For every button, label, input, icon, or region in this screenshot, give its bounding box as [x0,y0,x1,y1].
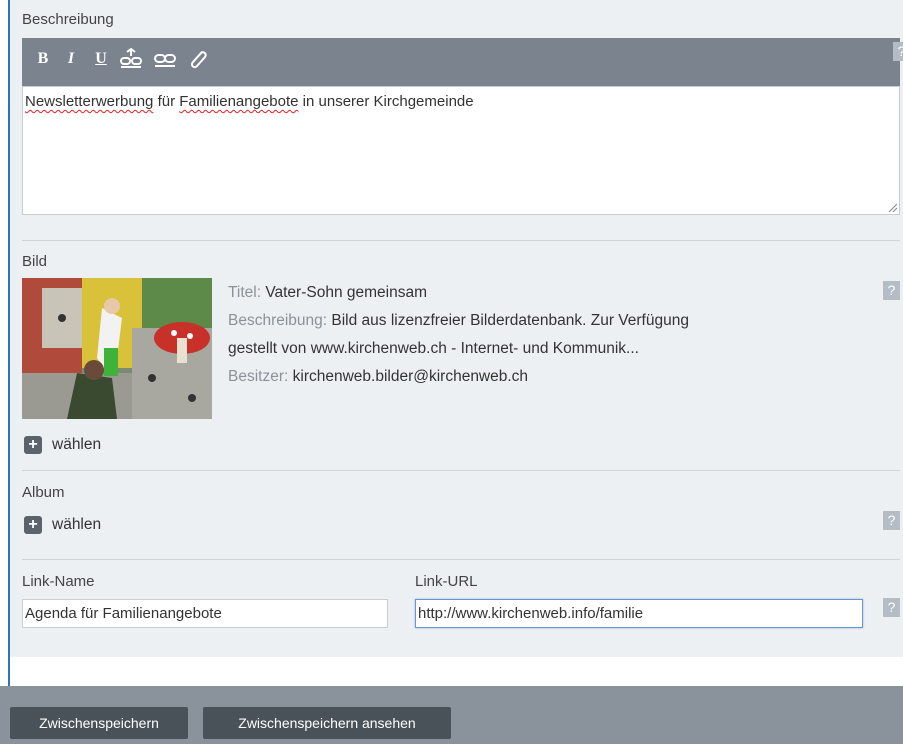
paperclip-icon [190,51,207,69]
description-text: Newsletterwerbung für Familienangebote i… [25,93,474,110]
image-title: Titel: Vater-Sohn gemeinsam [228,284,427,302]
spelling-error-word: Familienangebote [179,93,299,110]
image-thumbnail[interactable] [22,278,212,419]
save-draft-button[interactable]: Zwischenspeichern [10,707,188,739]
description-editor[interactable]: Newsletterwerbung für Familienangebote i… [22,86,900,215]
image-label: Bild [22,253,48,270]
link-help-icon[interactable]: ? [883,598,900,617]
section-divider [22,470,900,471]
image-owner-key: Besitzer: [228,368,289,385]
form-panel: Beschreibung B I U ? [10,0,903,657]
description-help-icon[interactable]: ? [893,42,903,61]
link-icon[interactable] [152,48,178,70]
image-description-value: Bild aus lizenzfreier Bilderdatenbank. Z… [327,312,689,329]
underline-button[interactable]: U [92,48,110,70]
image-choose-label: wählen [52,436,102,453]
album-label: Album [22,484,65,501]
album-choose-label: wählen [52,516,102,533]
plus-icon: + [24,436,42,454]
section-divider [22,240,900,241]
image-owner: Besitzer: kirchenweb.bilder@kirchenweb.c… [228,368,528,386]
link-name-input[interactable] [22,599,388,628]
text-segment: in unserer Kirchgemeinde [298,93,474,110]
window-edge [0,0,8,744]
image-title-key: Titel: [228,284,262,301]
album-choose-button[interactable]: + wählen [24,516,101,534]
image-title-value: Vater-Sohn gemeinsam [261,284,428,301]
bold-button[interactable]: B [34,48,52,70]
link-url-input[interactable] [415,599,863,628]
section-divider [22,559,900,560]
climbing-photo-image [22,278,212,419]
image-owner-value: kirchenweb.bilder@kirchenweb.ch [288,368,529,385]
text-segment: für [153,93,180,110]
link-url-label: Link-URL [415,573,478,590]
footer-bar: Zwischenspeichern Zwischenspeichern anse… [0,686,903,744]
preview-draft-button[interactable]: Zwischenspeichern ansehen [203,707,451,739]
album-help-icon[interactable]: ? [883,511,900,530]
plus-icon: + [24,516,42,534]
italic-button[interactable]: I [62,48,80,70]
spelling-error-word: Newsletterwerbung [25,93,154,110]
image-description-line-2: gestellt von www.kirchenweb.ch - Interne… [228,340,639,357]
image-help-icon[interactable]: ? [883,281,900,300]
link-name-label: Link-Name [22,573,95,590]
chain-link-icon [154,54,176,67]
link-add-icon [120,47,142,68]
editor-toolbar: B I U ? [22,38,903,86]
image-description-line-1: Beschreibung: Bild aus lizenzfreier Bild… [228,312,689,330]
attachment-button[interactable] [186,48,210,70]
description-label: Beschreibung [22,11,114,28]
link-add-icon[interactable] [118,47,144,70]
resize-handle-icon[interactable] [887,202,897,212]
image-description-key: Beschreibung: [228,312,328,329]
image-choose-button[interactable]: + wählen [24,436,101,454]
